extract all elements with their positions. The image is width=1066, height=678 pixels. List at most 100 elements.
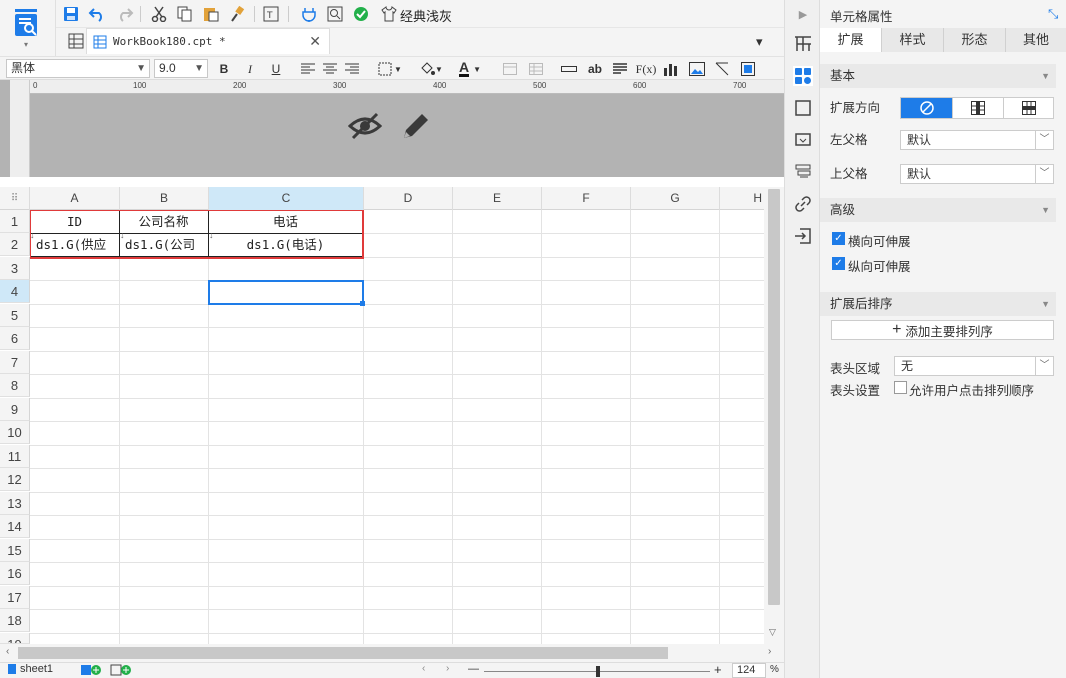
preview-icon[interactable]: T [262,5,280,23]
chevron-down-icon[interactable]: ▽ [769,627,776,638]
chart-icon[interactable] [662,60,678,78]
selected-cell-c4[interactable] [208,280,364,305]
row-header[interactable]: 6 [0,327,30,350]
import-icon[interactable] [793,226,813,246]
condition-icon[interactable] [793,130,813,150]
link-icon[interactable] [793,194,813,214]
tab-other[interactable]: 其他 [1006,28,1066,52]
chevron-left-icon[interactable]: ‹ [6,646,9,657]
allow-sort-checkbox[interactable] [894,381,907,394]
row-header[interactable]: 13 [0,492,30,515]
chevron-right-icon[interactable]: › [446,663,449,674]
row-header[interactable]: 5 [0,304,30,327]
row-header[interactable]: 2 [0,233,30,256]
redo-icon[interactable] [116,5,134,23]
font-size-select[interactable]: 9.0 ▼ [154,59,208,78]
copy-icon[interactable] [176,5,194,23]
add-report-icon[interactable] [110,664,132,678]
section-advanced[interactable]: 高级 ▼ [820,198,1056,222]
underline-button[interactable]: U [268,60,284,78]
zoom-out-button[interactable]: — [468,663,479,675]
row-header[interactable]: 7 [0,351,30,374]
sheet-tab[interactable]: sheet1 [20,663,53,675]
align-right-icon[interactable] [344,60,360,78]
theme-icon[interactable] [380,5,398,23]
zoom-input[interactable]: 124 [732,663,766,678]
chevron-right-icon[interactable]: ▶ [793,4,813,24]
border-icon[interactable]: ▼ [376,60,404,78]
slash-cell-icon[interactable] [714,60,730,78]
formula-button[interactable]: F(x) [636,60,657,78]
chevron-left-icon[interactable]: ‹ [422,663,425,674]
spreadsheet-grid[interactable]: ID 公司名称 电话 ds1.G(供应 ds1.G(公司 ds1.G(电话) ↓… [30,210,764,644]
row-header[interactable]: 19 [0,633,30,644]
align-center-icon[interactable] [322,60,338,78]
column-header-b[interactable]: B [120,187,209,210]
italic-button[interactable]: I [242,60,258,78]
row-header[interactable]: 3 [0,257,30,280]
vertical-extend-checkbox[interactable]: ✓ [832,257,845,270]
rich-text-icon[interactable] [612,60,628,78]
header-area-select[interactable]: 无 ﹀ [894,356,1054,376]
tab-expand[interactable]: 扩展 [820,28,882,52]
add-sheet-icon[interactable] [80,664,102,678]
vertical-scroll-thumb[interactable] [768,189,780,605]
cell-element-icon[interactable] [793,34,813,54]
zoom-in-button[interactable]: + [714,662,722,677]
row-header[interactable]: 14 [0,515,30,538]
close-icon[interactable]: ✕ [309,33,321,50]
theme-label[interactable]: 经典浅灰 [400,6,452,25]
column-header-f[interactable]: F [542,187,631,210]
column-header-e[interactable]: E [453,187,542,210]
tab-form[interactable]: 形态 [944,28,1006,52]
row-header[interactable]: 16 [0,562,30,585]
section-sorting[interactable]: 扩展后排序 ▼ [820,292,1056,316]
font-color-icon[interactable]: A ▼ [454,60,486,78]
column-header-g[interactable]: G [631,187,720,210]
zoom-slider-thumb[interactable] [596,666,600,677]
left-parent-select[interactable]: 默认 ﹀ [900,130,1054,150]
search-icon[interactable] [326,5,344,23]
bold-button[interactable]: B [216,60,232,78]
section-basic[interactable]: 基本 ▼ [820,64,1056,88]
row-header[interactable]: 11 [0,445,30,468]
column-header-c[interactable]: C [209,187,364,210]
insert-cell-icon[interactable] [560,60,578,78]
hide-header-icon[interactable] [347,110,383,145]
row-header[interactable]: 9 [0,398,30,421]
widget-icon[interactable] [793,98,813,118]
pin-icon[interactable]: ⤡ [1048,6,1058,22]
fill-color-icon[interactable]: ▼ [416,60,446,78]
fill-handle[interactable] [360,301,365,306]
paste-icon[interactable] [202,5,220,23]
data-set-icon[interactable] [793,162,813,182]
document-tab[interactable]: WorkBook180.cpt * ✕ [86,28,330,54]
align-left-icon[interactable] [300,60,316,78]
template-menu-button[interactable]: ▾ [0,0,56,56]
merge-cell-icon[interactable] [502,60,518,78]
no-expand-button[interactable] [901,98,952,118]
row-header[interactable]: 17 [0,586,30,609]
row-header[interactable]: 12 [0,468,30,491]
tab-menu-icon[interactable]: ▾ [756,34,763,50]
undo-icon[interactable] [88,5,106,23]
chevron-right-icon[interactable]: › [768,646,771,657]
row-header[interactable]: 10 [0,421,30,444]
cell-attribute-icon[interactable] [793,66,813,86]
row-header[interactable]: 8 [0,374,30,397]
row-header[interactable]: 18 [0,609,30,632]
horizontal-scrollbar[interactable]: ‹ › [0,644,784,662]
image-icon[interactable] [688,60,706,78]
add-sort-button[interactable]: + 添加主要排列序 [831,320,1054,340]
row-header[interactable]: 1 [0,210,30,233]
cut-icon[interactable] [150,5,168,23]
font-family-select[interactable]: 黑体 ▼ [6,59,150,78]
tab-style[interactable]: 样式 [882,28,944,52]
format-painter-icon[interactable] [228,5,246,23]
check-icon[interactable] [352,5,370,23]
horizontal-scroll-thumb[interactable] [18,647,668,659]
column-header-h[interactable]: H [720,187,764,210]
top-parent-select[interactable]: 默认 ﹀ [900,164,1054,184]
row-header[interactable]: 15 [0,539,30,562]
unmerge-cell-icon[interactable] [528,60,544,78]
